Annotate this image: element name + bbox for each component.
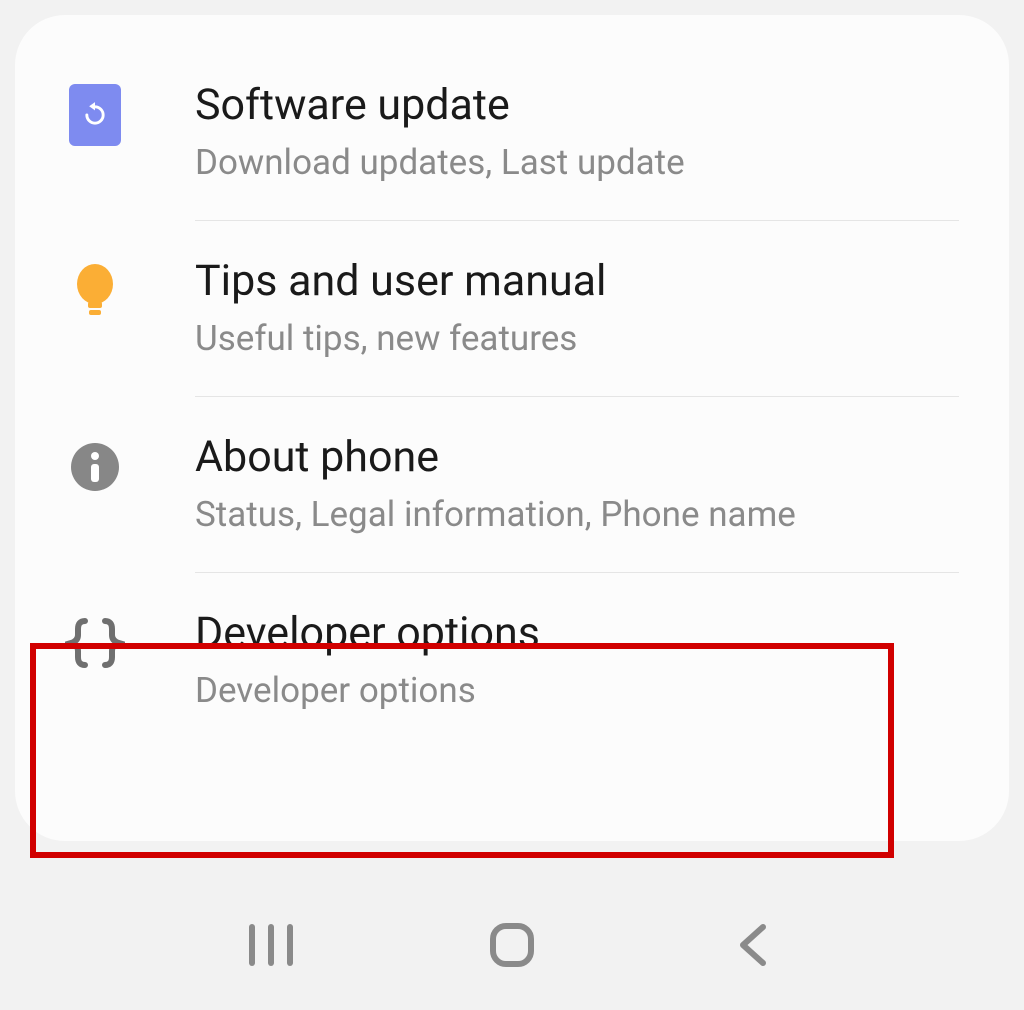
settings-item-title: About phone bbox=[195, 432, 969, 484]
settings-item-subtitle: Download updates, Last update bbox=[195, 140, 969, 186]
update-icon bbox=[65, 85, 125, 145]
settings-item-developer-options[interactable]: Developer options Developer options bbox=[15, 573, 1009, 748]
navigation-bar bbox=[0, 880, 1024, 1010]
settings-card: Software update Download updates, Last u… bbox=[15, 15, 1009, 841]
back-button[interactable] bbox=[723, 915, 783, 975]
settings-item-subtitle: Status, Legal information, Phone name bbox=[195, 492, 969, 538]
settings-item-title: Software update bbox=[195, 80, 969, 132]
settings-item-title: Developer options bbox=[195, 608, 969, 660]
braces-icon bbox=[65, 613, 125, 673]
home-button[interactable] bbox=[482, 915, 542, 975]
settings-item-title: Tips and user manual bbox=[195, 256, 969, 308]
settings-item-subtitle: Developer options bbox=[195, 668, 969, 714]
recents-button[interactable] bbox=[241, 915, 301, 975]
settings-item-software-update[interactable]: Software update Download updates, Last u… bbox=[15, 45, 1009, 220]
settings-item-about-phone[interactable]: About phone Status, Legal information, P… bbox=[15, 397, 1009, 572]
settings-item-subtitle: Useful tips, new features bbox=[195, 316, 969, 362]
bulb-icon bbox=[65, 261, 125, 321]
info-icon bbox=[65, 437, 125, 497]
settings-item-tips[interactable]: Tips and user manual Useful tips, new fe… bbox=[15, 221, 1009, 396]
